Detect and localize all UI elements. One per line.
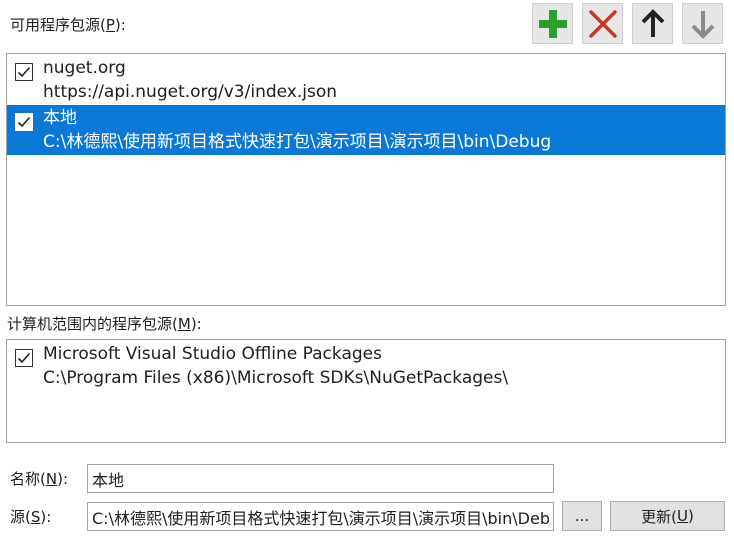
arrow-down-icon	[691, 10, 714, 39]
browse-button[interactable]: ...	[562, 501, 602, 531]
source-path: C:\林德熙\使用新项目格式快速打包\演示项目\演示项目\bin\Debug	[43, 132, 552, 152]
available-sources-label: 可用程序包源(P):	[10, 16, 126, 34]
move-down-button[interactable]	[682, 3, 723, 44]
update-button[interactable]: 更新(U)	[610, 501, 725, 531]
name-label: 名称(N):	[10, 470, 68, 488]
checkbox[interactable]	[15, 113, 33, 131]
machine-sources-list[interactable]: Microsoft Visual Studio Offline Packages…	[6, 339, 726, 443]
source-name: nuget.org	[43, 58, 126, 78]
source-path: C:\Program Files (x86)\Microsoft SDKs\Nu…	[43, 368, 509, 388]
checkbox[interactable]	[15, 63, 33, 81]
arrow-up-icon	[641, 8, 664, 37]
checkmark-icon	[17, 66, 31, 78]
add-source-button[interactable]	[532, 3, 573, 44]
name-input[interactable]	[87, 464, 554, 493]
remove-source-button[interactable]	[582, 3, 623, 44]
x-icon	[588, 9, 617, 38]
available-sources-list[interactable]: nuget.org https://api.nuget.org/v3/index…	[6, 53, 726, 306]
source-name: Microsoft Visual Studio Offline Packages	[43, 344, 382, 364]
source-input[interactable]	[87, 502, 554, 531]
source-path: https://api.nuget.org/v3/index.json	[43, 82, 338, 102]
source-name: 本地	[43, 108, 77, 128]
plus-icon	[538, 9, 567, 38]
checkmark-icon	[17, 352, 31, 364]
checkbox[interactable]	[15, 349, 33, 367]
list-item[interactable]: Microsoft Visual Studio Offline Packages…	[7, 341, 725, 391]
source-label: 源(S):	[10, 508, 52, 526]
list-item[interactable]: nuget.org https://api.nuget.org/v3/index…	[7, 55, 725, 105]
checkmark-icon	[17, 116, 31, 128]
list-item[interactable]: 本地 C:\林德熙\使用新项目格式快速打包\演示项目\演示项目\bin\Debu…	[7, 105, 725, 155]
move-up-button[interactable]	[632, 3, 673, 44]
machine-sources-label: 计算机范围内的程序包源(M):	[7, 315, 202, 333]
